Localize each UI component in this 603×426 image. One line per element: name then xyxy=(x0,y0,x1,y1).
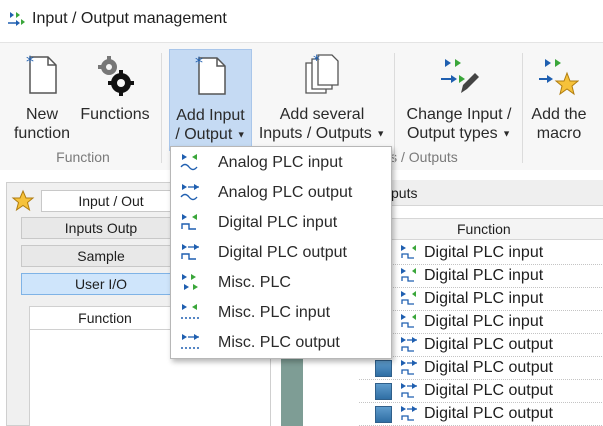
menu-item-label: Misc. PLC input xyxy=(218,304,331,321)
analog-input-icon xyxy=(180,154,198,171)
add-macro-button[interactable]: Add the macro xyxy=(526,49,592,151)
dropdown-arrow-icon: ▼ xyxy=(502,128,512,139)
function-group-label: Function xyxy=(56,149,110,165)
menu-item-misc-plc[interactable]: Misc. PLC xyxy=(171,268,391,298)
row-type: Digital PLC output xyxy=(424,359,553,376)
menu-item-analog-plc-input[interactable]: Analog PLC input xyxy=(171,148,391,178)
menu-item-label: Misc. PLC xyxy=(218,274,291,291)
digital-output-icon xyxy=(401,337,417,352)
add-several-label-1: Add several xyxy=(279,106,365,123)
row-type: Digital PLC input xyxy=(424,290,544,307)
add-io-dropdown-menu: Analog PLC input Analog PLC output Digit… xyxy=(170,146,392,359)
digital-input-icon xyxy=(401,245,416,259)
svg-text:*: * xyxy=(195,54,203,72)
change-type-pencil-icon xyxy=(441,59,479,93)
table-row[interactable]: Digital PLC input xyxy=(359,242,603,265)
io-table-body: Digital PLC input Digital PLC input Digi… xyxy=(359,242,603,426)
table-row[interactable]: Digital PLC output xyxy=(359,334,603,357)
add-io-label-1: Add Input xyxy=(176,107,245,124)
row-checkbox[interactable] xyxy=(375,406,392,423)
left-function-list xyxy=(29,330,181,426)
svg-text:*: * xyxy=(313,53,320,69)
menu-item-label: Analog PLC input xyxy=(218,154,343,171)
table-row[interactable]: Digital PLC input xyxy=(359,311,603,334)
function-column-header[interactable]: Function xyxy=(457,219,511,239)
digital-output-icon xyxy=(401,360,417,375)
ribbon-separator xyxy=(161,53,162,163)
row-type: Digital PLC input xyxy=(424,313,544,330)
left-function-column-header[interactable]: Function xyxy=(29,306,181,330)
menu-item-label: Digital PLC input xyxy=(218,214,338,231)
digital-input-icon xyxy=(401,268,416,282)
add-input-output-button[interactable]: * Add Input / Output ▼ xyxy=(169,49,252,151)
table-row[interactable]: Digital PLC output xyxy=(359,403,603,426)
new-document-icon: * xyxy=(26,53,57,94)
new-function-button[interactable]: * New function xyxy=(8,49,76,151)
menu-item-misc-plc-input[interactable]: Misc. PLC input xyxy=(171,298,391,328)
add-several-io-button[interactable]: * Add several Inputs / Outputs ▼ xyxy=(254,49,390,151)
digital-output-icon xyxy=(401,383,417,398)
add-io-label-2: / Output xyxy=(175,126,233,143)
digital-input-icon xyxy=(401,291,416,305)
table-row[interactable]: Digital PLC output xyxy=(359,380,603,403)
menu-item-label: Misc. PLC output xyxy=(218,334,340,351)
misc-plc-icon xyxy=(182,274,198,290)
window-title: Input / Output management xyxy=(32,10,227,27)
menu-item-label: Digital PLC output xyxy=(218,244,347,261)
dropdown-arrow-icon: ▼ xyxy=(236,129,246,140)
row-type: Digital PLC output xyxy=(424,405,553,422)
change-io-types-button[interactable]: Change Input / Output types ▼ xyxy=(398,49,520,151)
functions-button[interactable]: Functions xyxy=(78,49,152,151)
digital-input-icon xyxy=(401,314,416,328)
add-several-label-2: Inputs / Outputs xyxy=(258,125,372,142)
title-bar: Input / Output management xyxy=(0,0,603,38)
digital-input-icon xyxy=(181,214,197,230)
svg-text:*: * xyxy=(26,53,34,71)
table-row[interactable]: Digital PLC output xyxy=(359,357,603,380)
menu-item-misc-plc-output[interactable]: Misc. PLC output xyxy=(171,328,391,358)
row-type: Digital PLC input xyxy=(424,244,544,261)
table-row[interactable]: Digital PLC input xyxy=(359,288,603,311)
io-management-tab[interactable]: Input / Out xyxy=(41,190,181,212)
table-row[interactable]: Digital PLC input xyxy=(359,265,603,288)
row-type: Digital PLC output xyxy=(424,336,553,353)
multiple-documents-icon: * xyxy=(305,53,339,94)
sample-tab[interactable]: Sample xyxy=(21,245,181,267)
add-io-document-icon: * xyxy=(195,54,226,95)
row-type: Digital PLC output xyxy=(424,382,553,399)
new-function-label-1: New xyxy=(25,106,58,123)
macro-star-icon xyxy=(539,59,579,96)
misc-output-icon xyxy=(181,334,199,349)
functions-label: Functions xyxy=(80,106,150,123)
row-checkbox[interactable] xyxy=(375,383,392,400)
add-macro-label-1: Add the xyxy=(531,106,587,123)
ribbon-separator xyxy=(522,53,523,163)
io-management-app-icon xyxy=(8,12,25,26)
row-type: Digital PLC input xyxy=(424,267,544,284)
favorite-star-icon[interactable] xyxy=(11,189,35,213)
menu-item-digital-plc-output[interactable]: Digital PLC output xyxy=(171,238,391,268)
misc-input-icon xyxy=(181,304,199,319)
digital-output-icon xyxy=(401,406,417,421)
change-types-label-1: Change Input / xyxy=(406,106,512,123)
row-checkbox[interactable] xyxy=(375,360,392,377)
analog-output-icon xyxy=(180,184,199,201)
ribbon-separator xyxy=(394,53,395,163)
gears-icon xyxy=(98,56,134,96)
add-macro-label-2: macro xyxy=(536,125,582,142)
left-panel: Input / Out Inputs Outp Sample User I/O … xyxy=(6,182,181,426)
menu-item-analog-plc-output[interactable]: Analog PLC output xyxy=(171,178,391,208)
user-io-tab[interactable]: User I/O xyxy=(21,273,181,295)
menu-item-label: Analog PLC output xyxy=(218,184,353,201)
change-types-label-2: Output types xyxy=(406,125,498,142)
menu-item-digital-plc-input[interactable]: Digital PLC input xyxy=(171,208,391,238)
digital-output-icon xyxy=(181,244,199,260)
new-function-label-2: function xyxy=(13,125,71,142)
dropdown-arrow-icon: ▼ xyxy=(376,128,386,139)
inputs-outputs-tab[interactable]: Inputs Outp xyxy=(21,217,181,239)
